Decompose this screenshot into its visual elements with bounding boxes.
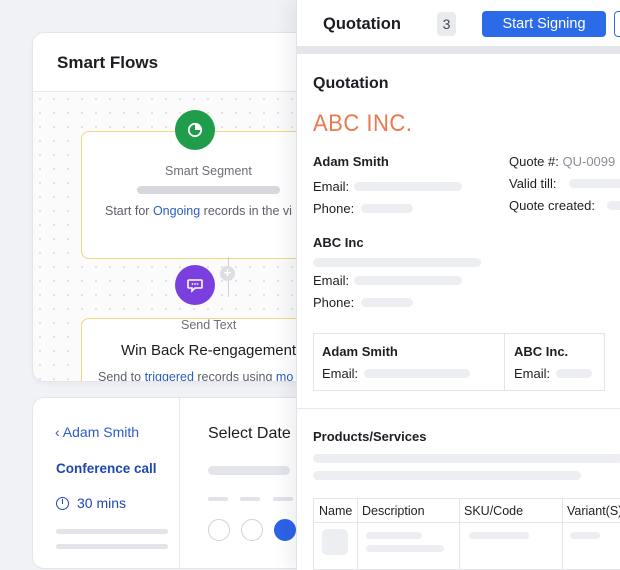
products-placeholder — [313, 471, 581, 480]
placeholder-line — [56, 529, 168, 534]
company-phone-label: Phone: — [313, 295, 355, 310]
section-divider — [297, 408, 620, 409]
weekday-placeholder — [240, 497, 260, 501]
back-to-contact-link[interactable]: ‹ Adam Smith — [55, 424, 139, 440]
header-divider-bar — [297, 46, 620, 54]
company-email-placeholder — [354, 276, 462, 285]
document-title: Quotation — [313, 75, 389, 92]
quotation-header: Quotation 3 Start Signing — [297, 0, 620, 46]
back-label: Adam Smith — [62, 424, 140, 440]
quotation-count-badge: 3 — [437, 12, 456, 36]
duration-label: 30 mins — [77, 495, 127, 511]
chevron-left-icon: ‹ — [55, 424, 60, 440]
start-signing-button[interactable]: Start Signing — [482, 11, 606, 37]
signer-right-name: ABC Inc. — [514, 344, 569, 359]
product-thumbnail — [322, 529, 348, 555]
row-placeholder — [469, 532, 529, 539]
clock-icon — [56, 497, 69, 510]
month-placeholder — [208, 466, 290, 475]
address-placeholder — [313, 258, 481, 267]
segment-placeholder-bar — [137, 186, 280, 194]
send-text-title: Win Back Re-engagement — [121, 342, 297, 359]
mo-link[interactable]: mo — [276, 370, 293, 381]
date-option[interactable] — [208, 519, 230, 541]
chat-bubble-icon — [175, 265, 215, 305]
date-option[interactable] — [241, 519, 263, 541]
weekday-placeholder — [208, 497, 228, 501]
quote-created-placeholder — [607, 201, 620, 210]
quotation-header-title: Quotation — [323, 15, 401, 33]
scheduler-card: ‹ Adam Smith Conference call 30 mins Sel… — [32, 397, 314, 569]
contact-name: Adam Smith — [313, 154, 389, 169]
send-text-label: Send Text — [181, 318, 237, 332]
quotation-document: Quotation ABC INC. Adam Smith Email: Pho… — [297, 54, 620, 570]
scheduler-divider — [179, 398, 180, 568]
segment-pie-icon — [175, 110, 215, 150]
valid-till-label: Valid till: — [509, 176, 557, 191]
products-placeholder — [313, 454, 620, 463]
quote-created-label: Quote created: — [509, 198, 595, 213]
smart-segment-label: Smart Segment — [165, 164, 252, 178]
table-column-line — [459, 499, 460, 569]
signer-right-email-placeholder — [556, 369, 592, 378]
signer-boxes: Adam Smith Email: ABC Inc. Email: — [313, 333, 605, 391]
row-placeholder — [570, 532, 600, 539]
products-heading: Products/Services — [313, 429, 427, 444]
smart-flows-card: Smart Flows Smart Segment Start for Ongo… — [32, 32, 334, 382]
meeting-type: Conference call — [56, 461, 157, 476]
date-option-selected[interactable] — [274, 519, 296, 541]
table-header-sku[interactable]: SKU/Code — [464, 504, 523, 518]
placeholder-line — [56, 544, 168, 549]
triggered-link[interactable]: triggered — [145, 370, 194, 381]
company-name: ABC Inc — [313, 235, 364, 250]
signer-left-name: Adam Smith — [322, 344, 398, 359]
phone-label: Phone: — [313, 201, 355, 216]
signer-left-email-label: Email: — [322, 366, 359, 381]
smart-flows-header: Smart Flows — [33, 33, 333, 92]
smart-segment-description: Start for Ongoing records in the vi — [105, 204, 292, 218]
smart-flows-title: Smart Flows — [57, 53, 159, 72]
select-date-label: Select Date — [208, 425, 291, 442]
email-label: Email: — [313, 179, 350, 194]
valid-till-placeholder — [569, 179, 620, 188]
more-options-button[interactable] — [614, 11, 620, 37]
plus-icon[interactable]: + — [220, 266, 235, 281]
company-email-label: Email: — [313, 273, 350, 288]
products-table: Name Description SKU/Code Variant(S) — [313, 498, 620, 570]
ongoing-link[interactable]: Ongoing — [153, 204, 200, 218]
quote-number-value: QU-0099 — [562, 154, 616, 169]
phone-value-placeholder — [361, 204, 413, 213]
table-header-variant[interactable]: Variant(S) — [567, 504, 620, 518]
table-column-line — [562, 499, 563, 569]
meeting-duration: 30 mins — [56, 495, 126, 511]
send-text-description: Send to triggered records using mo — [98, 370, 294, 382]
row-placeholder — [366, 532, 422, 539]
signer-right-email-label: Email: — [514, 366, 551, 381]
signer-left-email-placeholder — [364, 369, 470, 378]
signer-divider — [504, 334, 505, 390]
table-header-name[interactable]: Name — [319, 504, 352, 518]
row-placeholder — [366, 545, 444, 552]
quotation-panel: Quotation 3 Start Signing Quotation ABC … — [296, 0, 620, 570]
company-logo: ABC INC. — [313, 110, 413, 137]
table-header-description[interactable]: Description — [362, 504, 425, 518]
company-phone-placeholder — [361, 298, 413, 307]
weekday-placeholder — [273, 497, 293, 501]
email-value-placeholder — [354, 182, 462, 191]
table-column-line — [357, 499, 358, 569]
quote-number-label: Quote #: QU-0099 — [509, 154, 616, 169]
